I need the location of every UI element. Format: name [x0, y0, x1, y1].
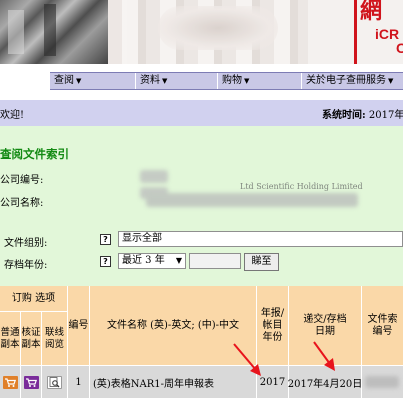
system-time: 系统时间: 2017年	[322, 106, 403, 121]
chevron-down-icon: ▼	[162, 77, 168, 85]
company-name-label: 公司名称:	[0, 198, 44, 209]
doc-group-value: 显示全部	[122, 233, 162, 244]
row-doc-no	[362, 366, 403, 398]
nav-item-info[interactable]: 资料 ▼	[136, 73, 218, 89]
certified-cart-icon[interactable]	[23, 375, 39, 389]
site-banner: 網 iCR C	[0, 0, 403, 64]
online-view-header: 联线阅览	[42, 312, 68, 366]
banner-photo-left	[0, 0, 108, 64]
redacted-company-no	[140, 170, 168, 183]
archive-year-value: 最近 3 年	[122, 255, 165, 266]
chevron-down-icon: ▼	[244, 77, 250, 85]
welcome-text: 欢迎!	[0, 110, 25, 121]
main-nav: 查阅 ▼ 资料 ▼ 购物 ▼ 关於电子查冊服务 ▼	[50, 72, 403, 90]
nav-item-shopping[interactable]: 购物 ▼	[218, 73, 302, 89]
certified-copy-cell	[21, 366, 42, 398]
annotation-arrow	[313, 341, 335, 371]
nav-item-search[interactable]: 查阅 ▼	[50, 73, 136, 89]
annotation-arrow	[233, 343, 261, 376]
archive-year-select[interactable]: 最近 3 年 ▼	[118, 253, 186, 269]
chevron-down-icon: ▼	[175, 256, 182, 265]
order-options-header: 订购 选项	[0, 286, 68, 312]
help-icon[interactable]: ?	[100, 256, 111, 267]
doc-group-label: 文件组别:	[4, 238, 48, 249]
chevron-down-icon: ▼	[388, 77, 394, 85]
nav-item-about[interactable]: 关於电子查冊服务 ▼	[302, 73, 403, 89]
banner-gap	[0, 64, 403, 72]
system-time-value: 2017年	[368, 110, 403, 121]
search-panel: 查阅文件索引 公司编号: 公司名称: Ltd Scientific Holdin…	[0, 126, 403, 286]
online-view-cell	[42, 366, 68, 398]
certified-copy-header: 核证副本	[21, 312, 42, 366]
site-logo-char: 網	[360, 0, 383, 24]
redacted-company-name	[146, 193, 358, 207]
archive-year-label: 存档年份:	[4, 260, 48, 271]
banner-photo-middle	[108, 0, 308, 64]
system-time-label: 系统时间:	[322, 110, 366, 121]
page-title: 查阅文件索引	[0, 147, 69, 161]
go-button[interactable]: 睇至	[244, 253, 279, 271]
normal-copy-header: 普通副本	[0, 312, 21, 366]
magnifier-icon[interactable]	[47, 375, 62, 389]
doc-group-select[interactable]: 显示全部	[118, 231, 403, 247]
help-icon[interactable]: ?	[100, 234, 111, 245]
company-no-label: 公司编号:	[0, 175, 44, 186]
site-logo-text-2: C	[396, 40, 403, 56]
archive-year-input[interactable]	[189, 253, 241, 269]
normal-copy-cell	[0, 366, 21, 398]
system-bar: 欢迎! 系统时间: 2017年	[0, 100, 403, 126]
chevron-down-icon: ▼	[76, 77, 82, 85]
cart-icon[interactable]	[2, 375, 18, 389]
company-name-partial: Ltd Scientific Holding Limited	[240, 182, 363, 191]
banner-divider	[354, 0, 357, 64]
number-header: 编号	[68, 286, 90, 366]
doc-no-header: 文件索编号	[362, 286, 403, 366]
redacted-doc-no	[365, 376, 399, 388]
row-number: 1	[68, 366, 90, 398]
